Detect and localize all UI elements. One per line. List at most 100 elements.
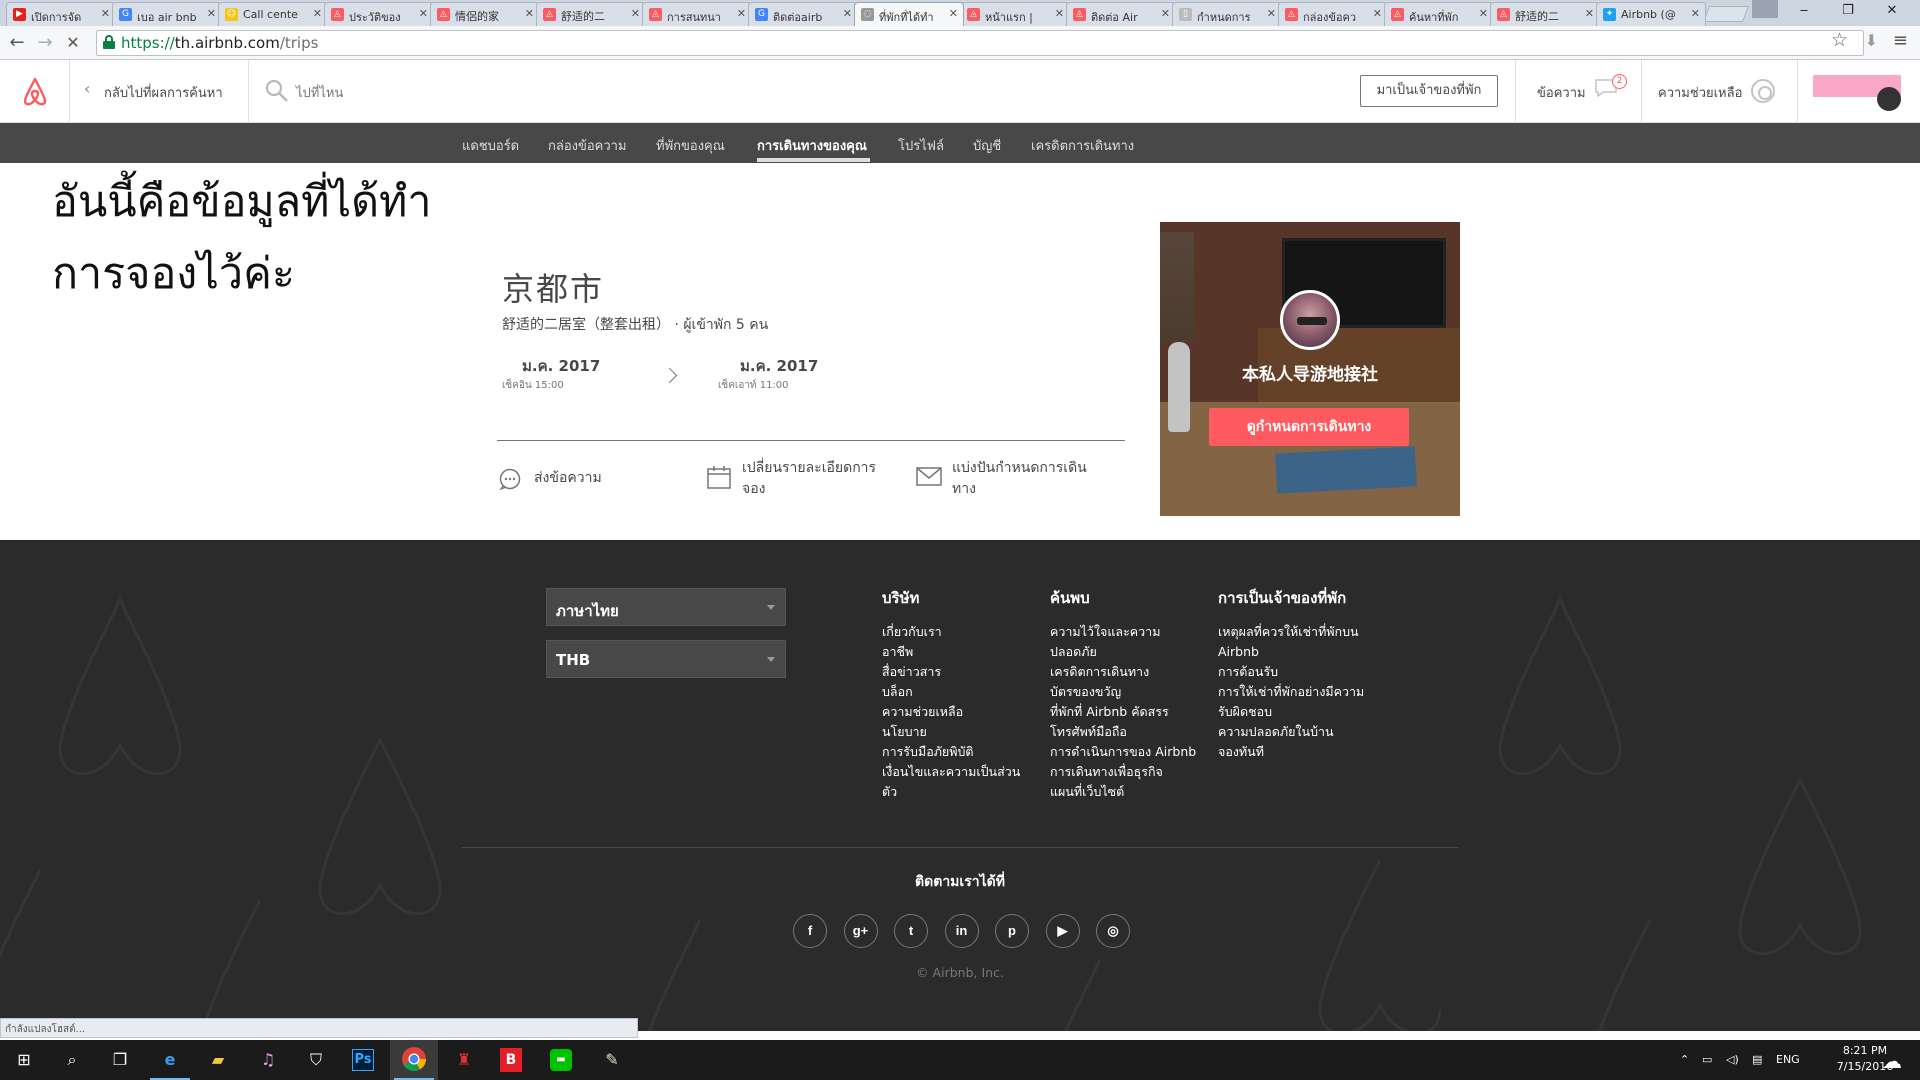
- search-input[interactable]: ไปที่ไหน: [262, 60, 562, 123]
- footer-discover-link[interactable]: ที่พักที่ Airbnb คัดสรร: [1050, 702, 1220, 722]
- photoshop-icon[interactable]: Ps: [352, 1049, 374, 1071]
- help-link[interactable]: ความช่วยเหลือ: [1658, 82, 1742, 103]
- browser-tab[interactable]: ◌ ที่พักที่ได้ทำ ✕: [854, 2, 964, 26]
- youtube-icon[interactable]: ▶: [1045, 914, 1080, 948]
- subnav-item-account[interactable]: บัญชี: [973, 135, 1001, 156]
- subnav-item-profile[interactable]: โปรไฟล์: [898, 135, 944, 156]
- tab-close-icon[interactable]: ✕: [101, 7, 110, 20]
- tab-close-icon[interactable]: ✕: [1479, 7, 1488, 20]
- back-to-results-link[interactable]: ‹ กลับไปที่ผลการค้นหา: [70, 60, 249, 123]
- footer-hosting-link[interactable]: จองทันที: [1218, 742, 1393, 762]
- chrome-menu-icon[interactable]: ≡: [1893, 30, 1908, 51]
- game-app-icon[interactable]: ♜: [450, 1046, 478, 1074]
- restore-icon[interactable]: ❐: [1826, 0, 1870, 22]
- forward-arrow-icon[interactable]: →: [34, 32, 56, 54]
- tab-close-icon[interactable]: ✕: [1373, 7, 1382, 20]
- footer-company-link[interactable]: ความช่วยเหลือ: [882, 702, 1042, 722]
- tab-close-icon[interactable]: ✕: [843, 7, 852, 20]
- footer-company-link[interactable]: นโยบาย: [882, 722, 1042, 742]
- download-icon[interactable]: ⬇: [1865, 31, 1878, 50]
- browser-tab[interactable]: G ติดต่อairb ✕: [748, 2, 858, 26]
- currency-select[interactable]: THB: [546, 640, 786, 678]
- bookmark-star-icon[interactable]: ☆: [1831, 29, 1848, 51]
- user-avatar[interactable]: [1877, 87, 1901, 111]
- notification-message-icon[interactable]: ▤: [1752, 1053, 1762, 1066]
- browser-tab[interactable]: ◬ 情侶的家 ✕: [430, 2, 540, 26]
- view-itinerary-button[interactable]: ดูกำหนดการเดินทาง: [1209, 408, 1409, 446]
- footer-company-link[interactable]: การรับมือภัยพิบัติ: [882, 742, 1042, 762]
- tab-close-icon[interactable]: ✕: [737, 7, 746, 20]
- footer-hosting-link[interactable]: ความปลอดภัยในบ้าน: [1218, 722, 1393, 742]
- file-explorer-icon[interactable]: ▰: [204, 1046, 232, 1074]
- close-window-icon[interactable]: ✕: [1870, 0, 1914, 22]
- tab-close-icon[interactable]: ✕: [419, 7, 428, 20]
- tray-chevron-icon[interactable]: ⌃: [1680, 1053, 1689, 1066]
- search-icon[interactable]: ⌕: [58, 1046, 86, 1074]
- footer-hosting-link[interactable]: การให้เช่าที่พักอย่างมีความ: [1218, 682, 1393, 702]
- become-host-button[interactable]: มาเป็นเจ้าของที่พัก: [1360, 75, 1498, 107]
- network-icon[interactable]: ▭: [1702, 1053, 1712, 1066]
- tab-close-icon[interactable]: ✕: [207, 7, 216, 20]
- footer-discover-link[interactable]: เครดิตการเดินทาง: [1050, 662, 1220, 682]
- browser-tab[interactable]: ◬ ติดต่อ Air ✕: [1066, 2, 1176, 26]
- browser-tab[interactable]: ▶ เปิดการจัด ✕: [6, 2, 116, 26]
- b-app-icon[interactable]: B: [500, 1048, 522, 1072]
- tab-close-icon[interactable]: ✕: [949, 7, 958, 20]
- browser-tab[interactable]: ◬ 舒适的二 ✕: [1490, 2, 1600, 26]
- tab-close-icon[interactable]: ✕: [1267, 7, 1276, 20]
- footer-hosting-link[interactable]: เหตุผลที่ควรให้เช่าที่พักบน: [1218, 622, 1393, 642]
- footer-company-link[interactable]: เงื่อนไขและความเป็นส่วน: [882, 762, 1042, 782]
- tab-close-icon[interactable]: ✕: [631, 7, 640, 20]
- tab-close-icon[interactable]: ✕: [1691, 7, 1700, 20]
- browser-tab[interactable]: ◬ ประวัติของ ✕: [324, 2, 434, 26]
- browser-tab[interactable]: G เบอ air bnb ✕: [112, 2, 222, 26]
- footer-discover-link[interactable]: ปลอดภัย: [1050, 642, 1220, 662]
- store-icon[interactable]: ⛉: [302, 1046, 330, 1074]
- paint-app-icon[interactable]: ✎: [598, 1046, 626, 1074]
- line-app-icon[interactable]: ▬: [550, 1049, 572, 1071]
- task-view-icon[interactable]: ❐: [106, 1046, 134, 1074]
- tab-close-icon[interactable]: ✕: [525, 7, 534, 20]
- footer-hosting-link[interactable]: Airbnb: [1218, 642, 1393, 662]
- subnav-item-travel-credit[interactable]: เครดิตการเดินทาง: [1031, 135, 1134, 156]
- language-select[interactable]: ภาษาไทย: [546, 588, 786, 626]
- change-reservation-action[interactable]: เปลี่ยนรายละเอียดการ จอง: [707, 458, 876, 500]
- linkedin-icon[interactable]: in: [944, 914, 979, 948]
- tab-close-icon[interactable]: ✕: [1585, 7, 1594, 20]
- facebook-icon[interactable]: f: [793, 914, 827, 948]
- browser-tab[interactable]: ◬ 舒适的二 ✕: [536, 2, 646, 26]
- browser-tab[interactable]: ◬ กล่องข้อคว ✕: [1278, 2, 1388, 26]
- subnav-item-dashboard[interactable]: แดชบอร์ด: [462, 135, 519, 156]
- browser-tab[interactable]: ◬ หน้าแรก | ✕: [960, 2, 1070, 26]
- footer-discover-link[interactable]: การเดินทางเพื่อธุรกิจ: [1050, 762, 1220, 782]
- new-tab-button[interactable]: [1703, 6, 1749, 22]
- messages-link[interactable]: ข้อความ: [1537, 82, 1586, 103]
- address-bar[interactable]: https://th.airbnb.com/trips: [96, 30, 1864, 56]
- tab-close-icon[interactable]: ✕: [1161, 7, 1170, 20]
- input-language[interactable]: ENG: [1776, 1053, 1800, 1066]
- edge-browser-icon[interactable]: e: [156, 1046, 184, 1074]
- airbnb-logo[interactable]: [0, 60, 70, 123]
- footer-company-link[interactable]: สื่อข่าวสาร: [882, 662, 1042, 682]
- footer-company-link[interactable]: บล็อก: [882, 682, 1042, 702]
- listing-name[interactable]: 舒适的二居室（整套出租）: [502, 317, 670, 333]
- footer-discover-link[interactable]: ความไว้ใจและความ: [1050, 622, 1220, 642]
- footer-company-link[interactable]: อาชีพ: [882, 642, 1042, 662]
- minimize-icon[interactable]: ‒: [1782, 0, 1826, 22]
- onedrive-cloud-icon[interactable]: ☁: [1882, 1049, 1902, 1073]
- stop-loading-icon[interactable]: ✕: [62, 32, 84, 54]
- browser-tab[interactable]: ◬ ค้นหาที่พัก ✕: [1384, 2, 1494, 26]
- footer-company-link[interactable]: ตัว: [882, 782, 1042, 802]
- google-plus-icon[interactable]: g+: [843, 914, 878, 948]
- twitter-icon[interactable]: t: [894, 914, 928, 948]
- back-arrow-icon[interactable]: ←: [6, 32, 28, 54]
- itunes-icon[interactable]: ♫: [254, 1046, 282, 1074]
- instagram-icon[interactable]: ◎: [1096, 914, 1130, 948]
- send-message-action[interactable]: ส่งข้อความ: [499, 468, 602, 491]
- chrome-icon[interactable]: [400, 1046, 428, 1074]
- subnav-item-trips[interactable]: การเดินทางของคุณ: [757, 135, 867, 156]
- volume-icon[interactable]: ◁): [1726, 1053, 1739, 1066]
- footer-hosting-link[interactable]: การต้อนรับ: [1218, 662, 1393, 682]
- subnav-item-listings[interactable]: ที่พักของคุณ: [656, 135, 725, 156]
- host-avatar[interactable]: [1280, 290, 1340, 350]
